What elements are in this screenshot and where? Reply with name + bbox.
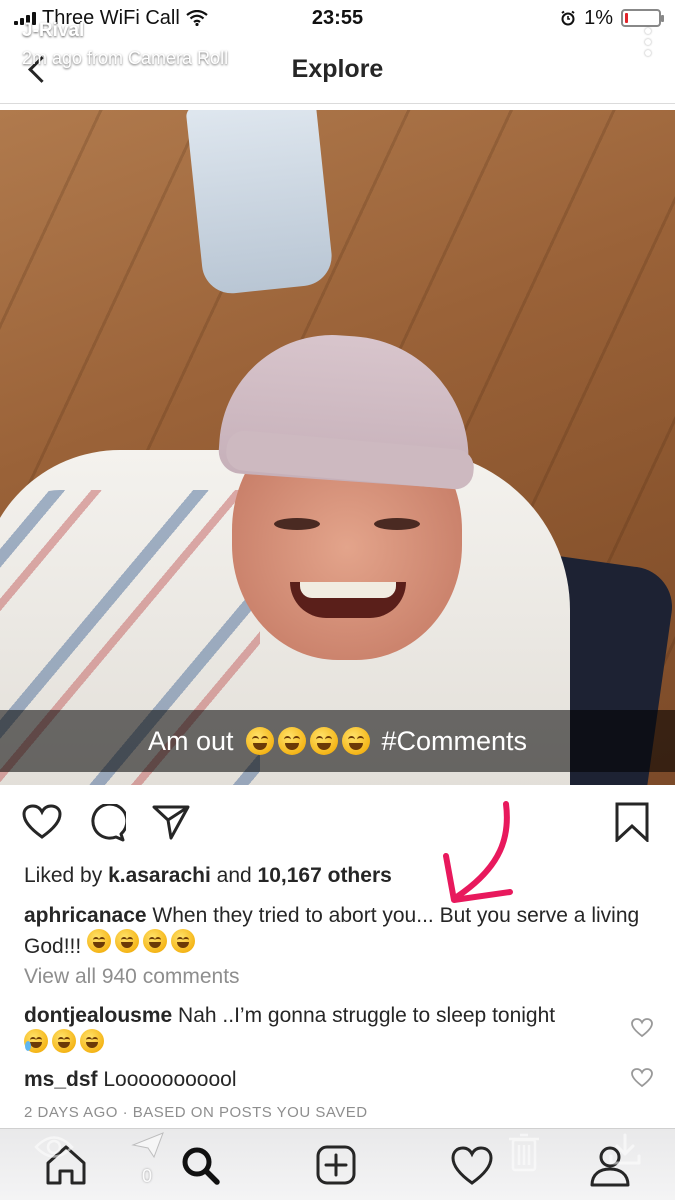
snap-overlay: J-Rival 2m ago from Camera Roll <box>22 20 228 69</box>
snap-share-icon <box>131 1132 164 1159</box>
snap-subtitle: 2m ago from Camera Roll <box>22 48 229 68</box>
annotation-arrow-icon <box>443 801 513 903</box>
views-eye-icon <box>34 1136 74 1158</box>
add-post-icon[interactable] <box>314 1143 358 1187</box>
post-image[interactable] <box>0 110 675 785</box>
snap-username: J-Rival <box>22 20 85 41</box>
image-caption-bar: Am out #Comments <box>0 710 675 772</box>
activity-heart-icon[interactable] <box>450 1143 494 1187</box>
alarm-icon <box>561 10 575 26</box>
bookmark-icon[interactable] <box>614 802 650 842</box>
comment-text: Looooooooool <box>103 1068 237 1091</box>
tab-bar <box>0 1128 675 1200</box>
share-icon[interactable] <box>152 804 190 840</box>
comment-like-heart-icon[interactable] <box>631 1068 653 1088</box>
laughing-emoji-icons <box>245 727 370 755</box>
liked-by-user[interactable]: k.asarachi <box>108 864 211 887</box>
likes-summary: Liked by k.asarachi and 10,167 others <box>24 864 392 888</box>
battery-percent: 1% <box>584 6 613 29</box>
comment-username[interactable]: ms_dsf <box>24 1068 98 1091</box>
post-caption: aphricanace When they tried to abort you… <box>24 902 654 960</box>
search-icon[interactable] <box>178 1143 222 1187</box>
view-all-comments-link[interactable]: View all 940 comments <box>24 965 240 989</box>
comment-like-heart-icon[interactable] <box>631 1018 653 1038</box>
page-title: Explore <box>291 55 384 83</box>
comment-username[interactable]: dontjealousme <box>24 1004 172 1027</box>
likes-others[interactable]: 10,167 others <box>258 864 392 887</box>
download-icon <box>609 1133 641 1165</box>
comment-item: dontjealousme Nah ..I’m gonna struggle t… <box>24 1002 614 1060</box>
trash-icon <box>509 1133 539 1172</box>
share-count: 0 <box>142 1166 153 1186</box>
comment-text: Nah ..I’m gonna struggle to sleep tonigh… <box>178 1004 556 1027</box>
comment-item: ms_dsf Looooooooool <box>24 1066 614 1093</box>
image-caption-hashtag: #Comments <box>381 725 528 756</box>
battery-icon <box>621 9 664 27</box>
comment-icon[interactable] <box>88 804 126 842</box>
more-options-icon[interactable] <box>645 28 651 56</box>
likes-prefix: Liked by <box>24 864 103 887</box>
like-heart-icon[interactable] <box>22 804 62 840</box>
image-caption-text: Am out <box>147 725 234 756</box>
caption-emoji-icons <box>87 929 196 953</box>
likes-and: and <box>216 864 252 887</box>
caption-username[interactable]: aphricanace <box>24 904 147 927</box>
post-actions <box>0 796 675 852</box>
post-timestamp: 2 DAYS AGO · BASED ON POSTS YOU SAVED <box>24 1104 368 1121</box>
comment-emoji-icons <box>24 1029 104 1053</box>
